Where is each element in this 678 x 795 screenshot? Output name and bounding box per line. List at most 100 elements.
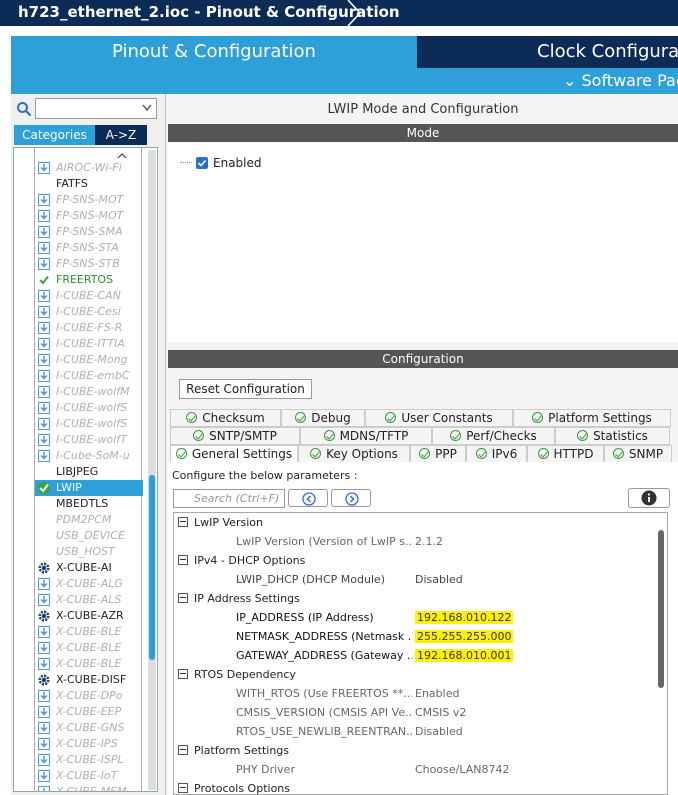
middleware-item[interactable]: X-CUBE-AI bbox=[35, 560, 143, 576]
middleware-item[interactable]: I-CUBE-ITTIA bbox=[35, 336, 143, 352]
middleware-item[interactable]: FP-SNS-STB bbox=[35, 256, 143, 272]
param-value[interactable]: Disabled bbox=[415, 722, 463, 741]
section-row[interactable]: Protocols Options bbox=[174, 779, 654, 794]
middleware-item[interactable]: I-Cube-SoM-u bbox=[35, 448, 143, 464]
collapse-icon[interactable] bbox=[178, 555, 188, 565]
section-row[interactable]: LwIP Version bbox=[174, 513, 654, 532]
param-row[interactable]: RTOS_USE_NEWLIB_REENTRAN... Disabled bbox=[174, 722, 654, 741]
config-tab[interactable]: IPv6 bbox=[466, 445, 527, 463]
collapse-icon[interactable] bbox=[178, 783, 188, 793]
middleware-item[interactable]: LWIP bbox=[35, 480, 143, 496]
param-value[interactable]: Choose/LAN8742 bbox=[415, 760, 509, 779]
param-value[interactable]: 255.255.255.000 bbox=[415, 627, 514, 646]
config-tab[interactable]: Platform Settings bbox=[513, 409, 671, 427]
middleware-item[interactable]: X-CUBE-BLE bbox=[35, 640, 143, 656]
list-scrollbar-thumb[interactable] bbox=[149, 475, 155, 660]
config-tab[interactable]: General Settings bbox=[170, 445, 298, 463]
config-tab[interactable]: SNTP/SMTP bbox=[170, 427, 300, 445]
prev-match-button[interactable] bbox=[288, 489, 328, 507]
middleware-item[interactable]: X-CUBE-IoT bbox=[35, 768, 143, 784]
middleware-item[interactable]: I-CUBE-FS-R bbox=[35, 320, 143, 336]
middleware-item[interactable]: X-CUBE-EEP bbox=[35, 704, 143, 720]
param-row[interactable]: LWIP_DHCP (DHCP Module) Disabled bbox=[174, 570, 654, 589]
middleware-item[interactable]: X-CUBE-BLE bbox=[35, 656, 143, 672]
param-row[interactable]: LwIP Version (Version of LwIP s... 2.1.2 bbox=[174, 532, 654, 551]
middleware-item[interactable]: X-CUBE-AZR bbox=[35, 608, 143, 624]
middleware-item[interactable]: I-CUBE-Mong bbox=[35, 352, 143, 368]
middleware-item[interactable]: X-CUBE-DPo bbox=[35, 688, 143, 704]
middleware-item[interactable]: FREERTOS bbox=[35, 272, 143, 288]
scroll-up-icon[interactable] bbox=[117, 153, 127, 159]
middleware-item[interactable]: I-CUBE-wolfM bbox=[35, 384, 143, 400]
config-tab[interactable]: HTTPD bbox=[527, 445, 604, 463]
middleware-item[interactable]: USB_HOST bbox=[35, 544, 143, 560]
config-tab[interactable]: Checksum bbox=[170, 409, 281, 427]
config-tab[interactable]: Key Options bbox=[298, 445, 410, 463]
tab-clock-configuration[interactable]: Clock Configurat bbox=[417, 36, 678, 68]
param-search-input[interactable]: Search (Ctrl+F) bbox=[173, 489, 285, 508]
middleware-item[interactable]: FP-SNS-MOT bbox=[35, 192, 143, 208]
reset-configuration-button[interactable]: Reset Configuration bbox=[179, 379, 312, 399]
config-tab[interactable]: User Constants bbox=[365, 409, 513, 427]
middleware-item[interactable]: I-CUBE-embC bbox=[35, 368, 143, 384]
middleware-item[interactable]: FP-SNS-STA bbox=[35, 240, 143, 256]
config-tab[interactable]: PPP bbox=[410, 445, 466, 463]
next-match-button[interactable] bbox=[331, 489, 371, 507]
middleware-item[interactable]: PDM2PCM bbox=[35, 512, 143, 528]
middleware-item[interactable]: X-CUBE-MEM bbox=[35, 784, 143, 791]
middleware-item[interactable]: X-CUBE-GNS bbox=[35, 720, 143, 736]
info-button[interactable] bbox=[628, 488, 670, 508]
param-row[interactable]: CMSIS_VERSION (CMSIS API Ve... CMSIS v2 bbox=[174, 703, 654, 722]
collapse-icon[interactable] bbox=[178, 669, 188, 679]
middleware-item[interactable]: I-CUBE-CAN bbox=[35, 288, 143, 304]
categories-tab[interactable]: Categories bbox=[14, 125, 95, 145]
param-value[interactable]: 192.168.010.122 bbox=[415, 608, 514, 627]
param-row[interactable]: PHY Driver Choose/LAN8742 bbox=[174, 760, 654, 779]
config-tab[interactable]: MDNS/TFTP bbox=[300, 427, 432, 445]
middleware-item[interactable]: FP-SNS-SMA bbox=[35, 224, 143, 240]
list-scrollbar[interactable] bbox=[148, 150, 156, 790]
param-row[interactable]: GATEWAY_ADDRESS (Gateway ... 192.168.010.… bbox=[174, 646, 654, 665]
middleware-item[interactable]: X-CUBE-BLE bbox=[35, 624, 143, 640]
param-row[interactable]: IP_ADDRESS (IP Address) 192.168.010.122 bbox=[174, 608, 654, 627]
tab-pinout-configuration[interactable]: Pinout & Configuration bbox=[11, 36, 417, 68]
az-tab[interactable]: A->Z bbox=[95, 125, 147, 145]
middleware-item[interactable]: FATFS bbox=[35, 176, 143, 192]
section-row[interactable]: RTOS Dependency bbox=[174, 665, 654, 684]
middleware-item[interactable]: I-CUBE-Cesi bbox=[35, 304, 143, 320]
param-row[interactable]: NETMASK_ADDRESS (Netmask ... 255.255.255.… bbox=[174, 627, 654, 646]
middleware-item[interactable]: I-CUBE-wolfS bbox=[35, 400, 143, 416]
config-tab[interactable]: Statistics bbox=[555, 427, 670, 445]
middleware-item[interactable]: X-CUBE-ALG bbox=[35, 576, 143, 592]
param-scrollbar[interactable] bbox=[658, 530, 664, 688]
section-row[interactable]: Platform Settings bbox=[174, 741, 654, 760]
enabled-checkbox[interactable] bbox=[195, 156, 209, 170]
middleware-item[interactable]: MBEDTLS bbox=[35, 496, 143, 512]
config-tab[interactable]: SNMP bbox=[604, 445, 672, 463]
section-row[interactable]: IP Address Settings bbox=[174, 589, 654, 608]
middleware-item[interactable]: USB_DEVICE bbox=[35, 528, 143, 544]
middleware-item[interactable]: X-CUBE-ALS bbox=[35, 592, 143, 608]
collapse-icon[interactable] bbox=[178, 745, 188, 755]
middleware-item[interactable]: X-CUBE-IPS bbox=[35, 736, 143, 752]
param-value[interactable]: Disabled bbox=[415, 570, 463, 589]
middleware-item[interactable]: X-CUBE-DISF bbox=[35, 672, 143, 688]
software-packs-menu[interactable]: ⌄ Software Pack bbox=[563, 71, 678, 90]
param-value[interactable]: CMSIS v2 bbox=[415, 703, 466, 722]
param-value[interactable]: 2.1.2 bbox=[415, 532, 443, 551]
middleware-item[interactable]: I-CUBE-wolfT bbox=[35, 432, 143, 448]
middleware-item[interactable]: LIBJPEG bbox=[35, 464, 143, 480]
collapse-icon[interactable] bbox=[178, 517, 188, 527]
section-row[interactable]: IPv4 - DHCP Options bbox=[174, 551, 654, 570]
config-tab[interactable]: Perf/Checks bbox=[432, 427, 555, 445]
middleware-item[interactable]: FP-SNS-MOT bbox=[35, 208, 143, 224]
middleware-item[interactable]: I-CUBE-wolfS bbox=[35, 416, 143, 432]
search-icon[interactable] bbox=[16, 101, 32, 117]
middleware-item[interactable]: AIROC-Wi-Fi bbox=[35, 160, 143, 176]
middleware-item[interactable]: X-CUBE-ISPL bbox=[35, 752, 143, 768]
collapse-icon[interactable] bbox=[178, 593, 188, 603]
param-value[interactable]: Enabled bbox=[415, 684, 459, 703]
category-search-dropdown[interactable] bbox=[35, 98, 157, 119]
param-row[interactable]: WITH_RTOS (Use FREERTOS **... Enabled bbox=[174, 684, 654, 703]
config-tab[interactable]: Debug bbox=[281, 409, 365, 427]
